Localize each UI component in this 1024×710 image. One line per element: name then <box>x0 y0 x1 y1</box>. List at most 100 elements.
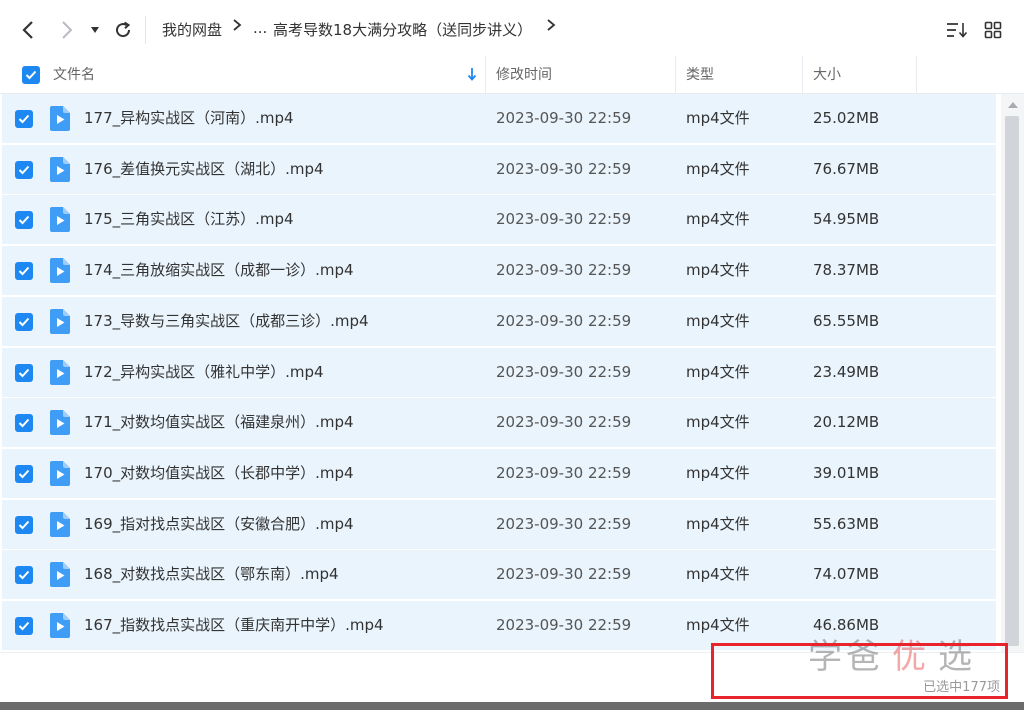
file-name: 175_三角实战区（江苏）.mp4 <box>84 210 294 229</box>
column-name[interactable]: 文件名 <box>53 56 95 94</box>
scrollbar-thumb[interactable] <box>1005 116 1019 646</box>
breadcrumb-current[interactable]: 高考导数18大满分攻略（送同步讲义） <box>273 19 532 40</box>
row-checkbox[interactable] <box>15 566 33 585</box>
checkmark-icon <box>18 621 30 631</box>
file-type: mp4文件 <box>686 210 750 229</box>
file-type: mp4文件 <box>686 463 750 482</box>
file-size: 55.63MB <box>813 514 880 533</box>
video-file-icon <box>50 308 70 334</box>
file-row[interactable]: 175_三角实战区（江苏）.mp4 2023-09-30 22:59 mp4文件… <box>2 195 996 245</box>
file-name: 172_异构实战区（雅礼中学）.mp4 <box>84 362 324 381</box>
file-row[interactable]: 176_差值换元实战区（湖北）.mp4 2023-09-30 22:59 mp4… <box>2 144 996 194</box>
checkmark-icon <box>18 266 30 276</box>
row-checkbox[interactable] <box>15 617 33 635</box>
video-file-icon <box>50 511 70 537</box>
file-row[interactable]: 169_指对找点实战区（安徽合肥）.mp4 2023-09-30 22:59 m… <box>2 499 996 549</box>
refresh-button[interactable] <box>109 14 137 46</box>
file-modified-time: 2023-09-30 22:59 <box>496 463 632 482</box>
sort-desc-icon[interactable] <box>467 67 477 81</box>
column-header: 文件名 修改时间 类型 大小 <box>0 56 1024 94</box>
file-type: mp4文件 <box>686 311 750 330</box>
file-type: mp4文件 <box>686 514 750 533</box>
file-modified-time: 2023-09-30 22:59 <box>496 616 632 634</box>
grid-view-icon <box>984 21 1002 39</box>
video-file-icon <box>50 207 70 233</box>
checkmark-icon <box>18 469 30 479</box>
column-divider[interactable] <box>802 56 803 94</box>
video-file-icon <box>50 410 70 436</box>
file-size: 74.07MB <box>813 565 880 584</box>
file-type: mp4文件 <box>686 261 750 280</box>
file-type: mp4文件 <box>686 159 750 178</box>
file-name: 174_三角放缩实战区（成都一诊）.mp4 <box>84 261 354 280</box>
file-name: 170_对数均值实战区（长郡中学）.mp4 <box>84 463 354 482</box>
select-all-checkbox[interactable] <box>22 66 40 84</box>
file-row[interactable]: 172_异构实战区（雅礼中学）.mp4 2023-09-30 22:59 mp4… <box>2 347 996 397</box>
file-size: 23.49MB <box>813 362 880 381</box>
file-name: 171_对数均值实战区（福建泉州）.mp4 <box>84 413 354 432</box>
sort-button[interactable] <box>943 14 971 46</box>
row-checkbox[interactable] <box>15 312 33 331</box>
checkmark-icon <box>18 216 30 225</box>
grid-view-button[interactable] <box>979 14 1007 46</box>
chevron-left-icon <box>22 21 33 39</box>
row-checkbox[interactable] <box>15 262 33 281</box>
row-checkbox[interactable] <box>15 414 33 433</box>
column-type[interactable]: 类型 <box>686 56 714 94</box>
file-type: mp4文件 <box>686 362 750 381</box>
checkmark-icon <box>18 165 30 175</box>
checkmark-icon <box>18 520 30 530</box>
file-size: 76.67MB <box>813 159 880 178</box>
row-checkbox[interactable] <box>15 363 33 382</box>
file-modified-time: 2023-09-30 22:59 <box>496 413 632 432</box>
file-size: 65.55MB <box>813 311 880 330</box>
breadcrumb-ellipsis[interactable]: ... <box>253 19 267 37</box>
column-modified[interactable]: 修改时间 <box>496 56 552 94</box>
column-divider[interactable] <box>916 56 917 94</box>
history-dropdown[interactable] <box>83 14 107 46</box>
file-modified-time: 2023-09-30 22:59 <box>496 159 632 178</box>
video-file-icon <box>50 562 70 588</box>
file-size: 54.95MB <box>813 210 880 229</box>
checkmark-icon <box>18 368 30 377</box>
file-type: mp4文件 <box>686 109 750 127</box>
row-checkbox[interactable] <box>15 160 33 179</box>
file-modified-time: 2023-09-30 22:59 <box>496 261 632 280</box>
forward-button[interactable] <box>53 14 81 46</box>
checkmark-icon <box>18 419 30 428</box>
breadcrumb-separator <box>546 18 556 37</box>
column-size[interactable]: 大小 <box>813 56 841 94</box>
scroll-up-arrow-icon[interactable] <box>1005 98 1021 112</box>
row-checkbox[interactable] <box>15 464 33 483</box>
chevron-right-icon <box>547 19 556 31</box>
column-divider[interactable] <box>485 56 486 94</box>
breadcrumb-root[interactable]: 我的网盘 <box>162 19 222 40</box>
row-checkbox[interactable] <box>15 515 33 534</box>
file-row[interactable]: 171_对数均值实战区（福建泉州）.mp4 2023-09-30 22:59 m… <box>2 398 996 448</box>
toolbar: 我的网盘 ... 高考导数18大满分攻略（送同步讲义） <box>0 0 1024 60</box>
file-modified-time: 2023-09-30 22:59 <box>496 210 632 229</box>
file-size: 20.12MB <box>813 413 880 432</box>
watermark-text: 学爸 <box>808 636 884 677</box>
file-name: 173_导数与三角实战区（成都三诊）.mp4 <box>84 311 369 330</box>
row-checkbox[interactable] <box>15 211 33 230</box>
video-file-icon <box>50 258 70 284</box>
video-file-icon <box>50 106 70 131</box>
file-row[interactable]: 168_对数找点实战区（鄂东南）.mp4 2023-09-30 22:59 mp… <box>2 550 996 600</box>
file-row[interactable]: 174_三角放缩实战区（成都一诊）.mp4 2023-09-30 22:59 m… <box>2 246 996 296</box>
video-file-icon <box>50 156 70 182</box>
file-row[interactable]: 170_对数均值实战区（长郡中学）.mp4 2023-09-30 22:59 m… <box>2 448 996 498</box>
watermark-text: 选 <box>938 636 976 677</box>
file-modified-time: 2023-09-30 22:59 <box>496 311 632 330</box>
sort-icon <box>947 23 968 38</box>
watermark-seal: 优 <box>892 636 930 677</box>
checkmark-icon <box>18 317 30 327</box>
file-name: 176_差值换元实战区（湖北）.mp4 <box>84 159 324 178</box>
column-divider[interactable] <box>675 56 676 94</box>
file-row[interactable]: 177_异构实战区（河南）.mp4 2023-09-30 22:59 mp4文件… <box>2 94 996 143</box>
row-checkbox[interactable] <box>15 110 33 128</box>
file-modified-time: 2023-09-30 22:59 <box>496 514 632 533</box>
file-row[interactable]: 173_导数与三角实战区（成都三诊）.mp4 2023-09-30 22:59 … <box>2 296 996 346</box>
back-button[interactable] <box>14 14 42 46</box>
breadcrumb-separator <box>232 18 242 37</box>
